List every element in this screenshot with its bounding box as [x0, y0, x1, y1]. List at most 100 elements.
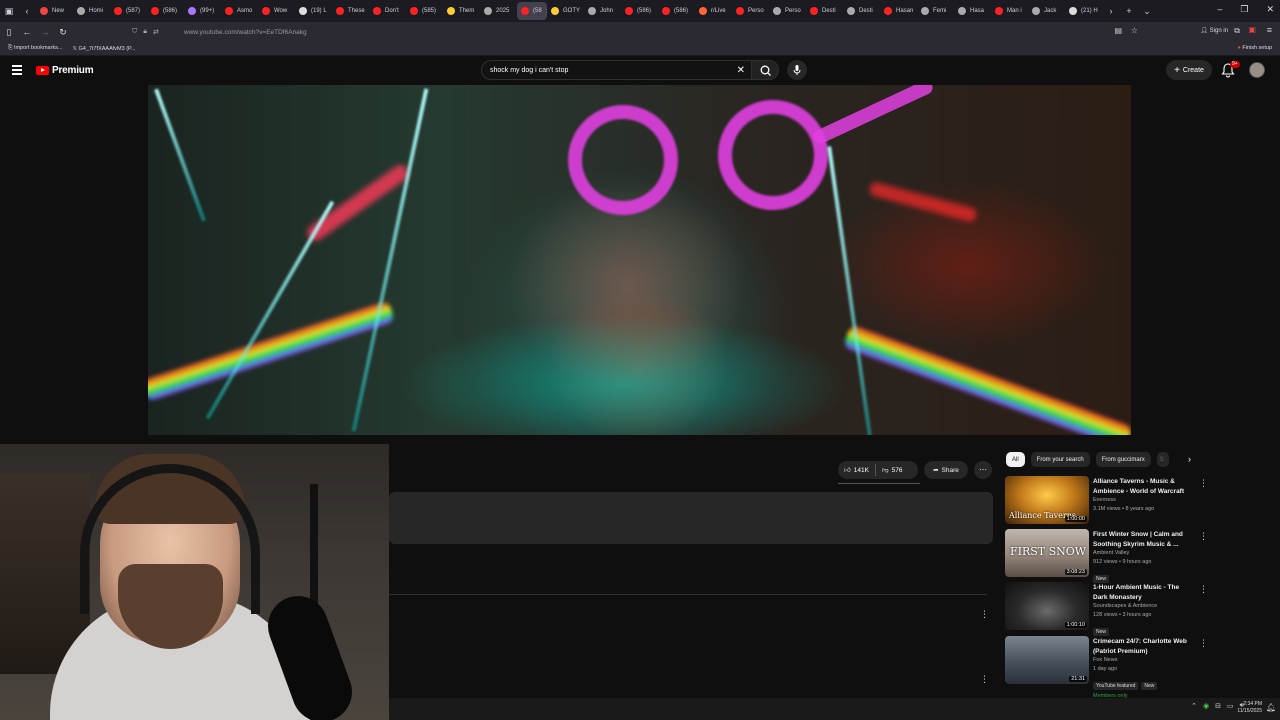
more-actions-icon[interactable]: ⋯: [974, 461, 992, 479]
browser-tab[interactable]: (585): [406, 2, 443, 20]
tab-list-chevron-icon[interactable]: ⌄: [1138, 6, 1156, 17]
browser-tab[interactable]: Homi: [73, 2, 110, 20]
bookmark-x-post[interactable]: 𝕏 G4_7t7fXAAAfvM3 (P...: [73, 46, 136, 52]
browser-tab[interactable]: (586): [147, 2, 184, 20]
tab-overview-icon[interactable]: ▣: [0, 6, 18, 17]
recommended-video[interactable]: FIRST SNOW 3:08:23 First Winter Snow | C…: [1005, 529, 1208, 583]
video-description-box[interactable]: [389, 492, 993, 544]
display-icon[interactable]: ▭: [1227, 702, 1234, 710]
browser-tab[interactable]: Desti: [843, 2, 880, 20]
back-icon[interactable]: ←: [18, 27, 36, 37]
clear-search-icon[interactable]: ✕: [737, 65, 745, 76]
video-more-icon[interactable]: ⋮: [1199, 531, 1208, 542]
browser-tab[interactable]: Asmo: [221, 2, 258, 20]
restore-icon[interactable]: ❐: [1240, 4, 1248, 15]
browser-tab[interactable]: Hasa: [954, 2, 991, 20]
share-button[interactable]: ➦ Share: [924, 461, 968, 479]
network-icon[interactable]: ⊟: [1215, 702, 1221, 710]
browser-tab[interactable]: (586): [658, 2, 695, 20]
browser-tab[interactable]: Don't: [369, 2, 406, 20]
video-more-icon[interactable]: ⋮: [1199, 584, 1208, 595]
browser-tab[interactable]: (58✕: [517, 2, 547, 20]
recommended-video[interactable]: 1:00:10 1-Hour Ambient Music - The Dark …: [1005, 582, 1208, 636]
browser-tab[interactable]: (587): [110, 2, 147, 20]
url-text[interactable]: www.youtube.com/watch?v=EeTDf6Anakg: [184, 29, 307, 36]
dislike-button[interactable]: 👎︎ 576: [876, 461, 908, 479]
hamburger-menu-icon[interactable]: [12, 65, 22, 75]
browser-tab[interactable]: New: [36, 2, 73, 20]
search-button[interactable]: [751, 60, 779, 80]
app-menu-icon[interactable]: ≡: [1267, 25, 1272, 35]
chip-from-channel[interactable]: From guccimarx: [1095, 452, 1151, 467]
finish-setup-button[interactable]: ● Finish setup: [1237, 45, 1272, 51]
new-tab-icon[interactable]: +: [1120, 6, 1138, 16]
browser-tab[interactable]: Perso: [732, 2, 769, 20]
extensions-icon[interactable]: ⧉: [1234, 26, 1240, 36]
browser-tab[interactable]: John: [584, 2, 621, 20]
browser-tab[interactable]: Jack: [1028, 2, 1065, 20]
video-thumbnail[interactable]: Alliance Taverns 1:00:00: [1005, 476, 1089, 524]
video-thumbnail[interactable]: FIRST SNOW 3:08:23: [1005, 529, 1089, 577]
browser-tab[interactable]: r/Live: [695, 2, 732, 20]
lock-icon[interactable]: 🔒︎: [143, 28, 147, 36]
recommended-video[interactable]: Alliance Taverns 1:00:00 Alliance Tavern…: [1005, 476, 1208, 526]
url-bar[interactable]: ⛉ 🔒︎ ⇄ www.youtube.com/watch?v=EeTDf6Ana…: [132, 25, 1132, 39]
browser-tab[interactable]: Perso: [769, 2, 806, 20]
video-more-icon[interactable]: ⋮: [1199, 638, 1208, 649]
tab-scroll-left-icon[interactable]: ‹: [18, 6, 36, 16]
video-title[interactable]: 1-Hour Ambient Music - The Dark Monaster…: [1093, 583, 1195, 602]
chip-from-search[interactable]: From your search: [1030, 452, 1090, 467]
permissions-icon[interactable]: ⇄: [153, 28, 159, 36]
browser-tab[interactable]: (19) L: [295, 2, 332, 20]
reload-icon[interactable]: ↻: [54, 27, 72, 38]
browser-tab[interactable]: (99+): [184, 2, 221, 20]
browser-tab[interactable]: Wow: [258, 2, 295, 20]
youtube-logo[interactable]: Premium: [36, 65, 94, 76]
sign-in-button[interactable]: 👤︎ Sign in: [1200, 27, 1228, 34]
tray-app-icon[interactable]: ◉: [1203, 702, 1209, 710]
chips-next-icon[interactable]: ›: [1188, 454, 1191, 464]
video-title[interactable]: First Winter Snow | Calm and Soothing Sk…: [1093, 530, 1195, 549]
browser-tab[interactable]: 2025: [480, 2, 517, 20]
browser-tab[interactable]: Femi: [917, 2, 954, 20]
shield-icon[interactable]: ⛉: [132, 28, 137, 36]
account-icon[interactable]: ▣: [1248, 25, 1256, 34]
user-avatar[interactable]: [1249, 62, 1265, 78]
video-thumbnail[interactable]: 21:31: [1005, 636, 1089, 684]
browser-tab[interactable]: GOTY: [547, 2, 584, 20]
bookmark-import[interactable]: ⎘ Import bookmarks...: [8, 45, 63, 52]
like-button[interactable]: 👍︎ 141K: [838, 461, 875, 479]
browser-tab[interactable]: Desti: [806, 2, 843, 20]
notification-center-icon[interactable]: 🔔︎: [1266, 703, 1276, 712]
video-title[interactable]: Crimecam 24/7: Charlotte Web (Patriot Pr…: [1093, 637, 1195, 656]
taskbar-clock[interactable]: 2:34 PM 11/15/2025: [1237, 701, 1262, 715]
browser-tab[interactable]: (21) H: [1065, 2, 1102, 20]
sidebar-toggle-icon[interactable]: ▯: [0, 27, 18, 38]
close-window-icon[interactable]: ✕: [1266, 4, 1274, 15]
video-title[interactable]: Alliance Taverns - Music & Ambience - Wo…: [1093, 477, 1195, 496]
channel-name[interactable]: Everness: [1093, 496, 1195, 505]
voice-search-button[interactable]: [787, 60, 807, 80]
minimize-icon[interactable]: –: [1217, 4, 1222, 15]
browser-tab[interactable]: Them: [443, 2, 480, 20]
video-thumbnail[interactable]: 1:00:10: [1005, 582, 1089, 630]
video-more-icon[interactable]: ⋮: [1199, 478, 1208, 489]
channel-name[interactable]: Soundscapes & Ambience: [1093, 602, 1195, 611]
video-player[interactable]: [148, 85, 1131, 435]
tab-scroll-right-icon[interactable]: ›: [1102, 6, 1120, 16]
comment-more-icon[interactable]: ⋮: [980, 609, 989, 620]
browser-tab[interactable]: Hasan: [880, 2, 917, 20]
bookmark-star-icon[interactable]: ☆: [1131, 26, 1138, 35]
forward-icon[interactable]: →: [36, 27, 54, 37]
chip-overflow[interactable]: S: [1156, 452, 1169, 467]
channel-name[interactable]: Ambient Valley: [1093, 549, 1195, 558]
recommended-video[interactable]: 21:31 Crimecam 24/7: Charlotte Web (Patr…: [1005, 636, 1208, 699]
comment-more-icon[interactable]: ⋮: [980, 674, 989, 685]
channel-name[interactable]: Fox News: [1093, 656, 1195, 665]
browser-tab[interactable]: Man i: [991, 2, 1028, 20]
browser-tab[interactable]: These: [332, 2, 369, 20]
search-input[interactable]: shock my dog i can't stop ✕: [481, 60, 751, 80]
create-button[interactable]: + Create: [1166, 60, 1212, 80]
chip-all[interactable]: All: [1006, 452, 1025, 467]
browser-tab[interactable]: (586): [621, 2, 658, 20]
